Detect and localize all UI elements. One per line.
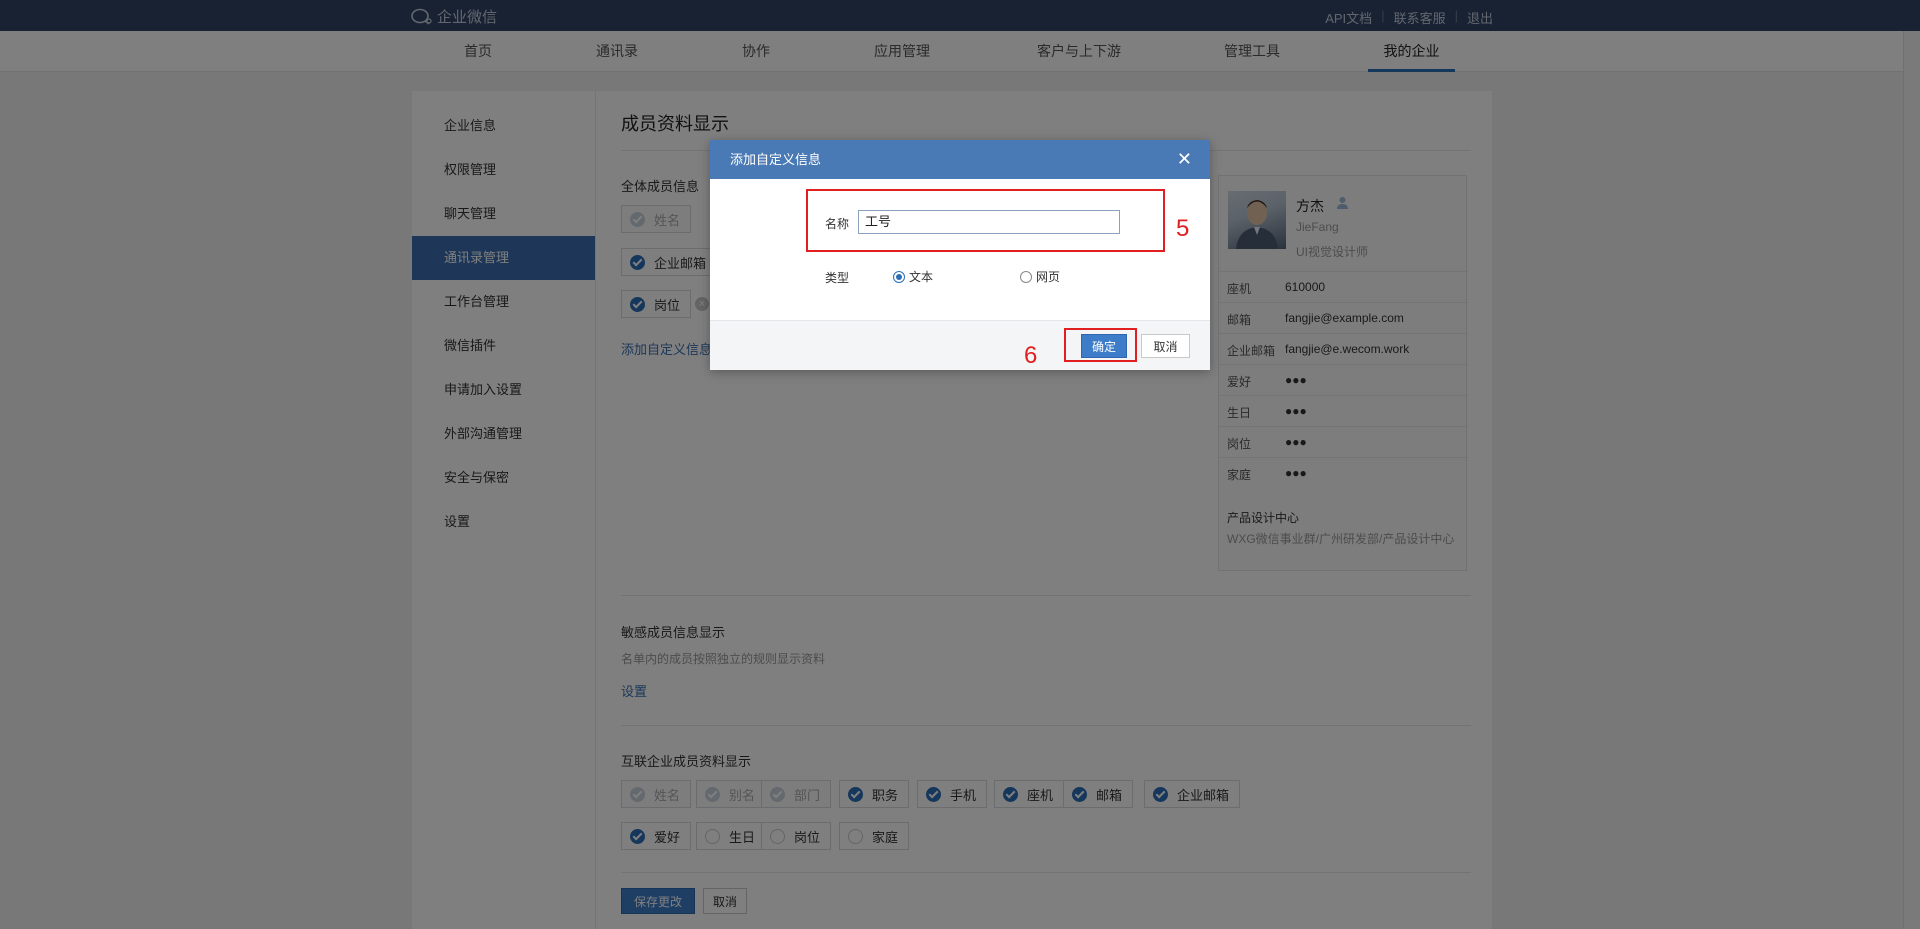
radio-selected-icon	[893, 270, 905, 283]
annotation-step-6: 6	[1024, 342, 1038, 369]
dialog-header: 添加自定义信息 ✕	[710, 140, 1210, 179]
annotation-step-5: 5	[1176, 215, 1190, 242]
radio-unselected-icon	[1020, 270, 1032, 283]
dialog-title: 添加自定义信息	[730, 152, 822, 167]
type-radio-webpage[interactable]: 网页	[1020, 268, 1060, 285]
radio-label: 文本	[909, 270, 934, 284]
annotation-box-name	[806, 189, 1165, 252]
type-label: 类型	[825, 271, 850, 285]
dialog-cancel-button[interactable]: 取消	[1141, 334, 1190, 358]
annotation-box-confirm	[1064, 328, 1137, 362]
type-radio-text[interactable]: 文本	[893, 268, 933, 285]
close-icon[interactable]: ✕	[1177, 140, 1192, 179]
radio-label: 网页	[1036, 270, 1061, 284]
